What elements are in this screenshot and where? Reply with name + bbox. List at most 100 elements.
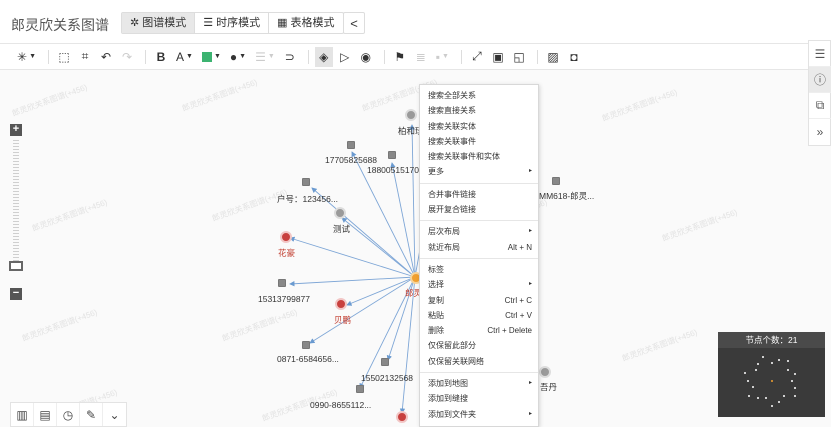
person-node-red[interactable]: [396, 411, 408, 423]
flag-button[interactable]: ⚑: [391, 47, 409, 67]
group-icon: ▪: [435, 49, 441, 64]
select-box-button[interactable]: ⬚: [55, 47, 73, 67]
node-label: 18800515170: [367, 165, 420, 175]
menu-item-label: 添加到地图: [428, 379, 468, 389]
person-node[interactable]: [539, 366, 551, 378]
account-node[interactable]: [552, 177, 560, 185]
layout-dropdown-button[interactable]: ✳ ▼: [14, 47, 39, 67]
context-menu-item[interactable]: 搜索关联事件: [420, 134, 538, 149]
stack-button[interactable]: ≣: [412, 47, 430, 67]
tab-table-mode[interactable]: ▦ 表格模式: [269, 13, 342, 33]
context-menu-item[interactable]: 粘贴 Ctrl + V: [420, 308, 538, 323]
zoom-out-button[interactable]: −: [10, 288, 22, 300]
person-node[interactable]: [334, 207, 346, 219]
context-menu-item[interactable]: 层次布局 ▸: [420, 224, 538, 239]
context-menu-item[interactable]: 添加到缝搜: [420, 391, 538, 406]
tab-timeline-mode[interactable]: ☰ 时序模式: [195, 13, 270, 33]
context-menu-item[interactable]: 合并事件链接: [420, 187, 538, 202]
phone-node[interactable]: [302, 341, 310, 349]
graph-edge: [341, 217, 416, 278]
next-button[interactable]: ▷: [336, 47, 354, 67]
history-button[interactable]: ◷: [57, 403, 80, 426]
minimap-node-dot: [793, 394, 796, 397]
label-icon: ⊃: [284, 49, 295, 64]
node-label: 贝鹏: [334, 315, 352, 325]
person-node-red[interactable]: [335, 298, 347, 310]
collapse-button[interactable]: ⌄: [103, 403, 126, 426]
font-size-button[interactable]: A ▼: [173, 47, 196, 67]
zoom-slider-handle[interactable]: [9, 261, 23, 271]
node-shape-button[interactable]: ● ▼: [227, 47, 249, 67]
context-menu-item[interactable]: 搜索全部关系: [420, 88, 538, 103]
window-button[interactable]: ◱: [510, 47, 528, 67]
fill-color-button[interactable]: ▼: [199, 47, 224, 67]
context-menu-item[interactable]: 仅保留此部分: [420, 338, 538, 353]
node-label: 17705825688: [325, 155, 378, 165]
menu-item-label: 添加到缝搜: [428, 394, 468, 404]
bold-button[interactable]: B: [152, 47, 170, 67]
phone-node[interactable]: [278, 279, 286, 287]
menu-item-label: 搜索直接关系: [428, 106, 476, 116]
lasso-button[interactable]: ⌗: [76, 47, 94, 67]
minimap-center-dot: [771, 380, 773, 382]
chevron-down-icon: ▼: [267, 53, 275, 60]
menu-item-label: 就近布局: [428, 242, 460, 252]
minimap[interactable]: 节点个数：21: [718, 332, 825, 417]
show-button[interactable]: ◉: [357, 47, 375, 67]
align-button[interactable]: ☰: [809, 41, 831, 67]
context-menu-item[interactable]: 标签: [420, 262, 538, 277]
menu-item-shortcut: Ctrl + Delete: [487, 326, 532, 336]
context-menu-item[interactable]: 搜索关联实体: [420, 119, 538, 134]
screenshot-button[interactable]: ◘: [565, 47, 583, 67]
phone-node[interactable]: [381, 358, 389, 366]
context-menu-item[interactable]: 复制 Ctrl + C: [420, 293, 538, 308]
hide-button[interactable]: ◈: [314, 46, 333, 67]
label-button[interactable]: ⊃: [281, 47, 299, 67]
header-bar: 郎灵欣关系图谱 ✲ 图谱模式 ☰ 时序模式 ▦ 表格模式 <: [0, 0, 831, 44]
copy-panel-button[interactable]: ⧉: [809, 93, 831, 119]
stack-icon: ≣: [415, 49, 426, 64]
edit-button[interactable]: ✎: [80, 403, 103, 426]
context-menu-item[interactable]: 添加到地图 ▸: [420, 376, 538, 391]
context-menu-item[interactable]: 展开复合链接: [420, 202, 538, 217]
context-menu-item[interactable]: 添加到文件夹 ▸: [420, 407, 538, 422]
context-menu-item[interactable]: 删除 Ctrl + Delete: [420, 323, 538, 338]
context-menu-item[interactable]: 选择 ▸: [420, 277, 538, 292]
zoom-slider-track[interactable]: [13, 140, 19, 270]
fit-view-button[interactable]: ⤢: [468, 47, 486, 67]
zoom-in-button[interactable]: +: [10, 124, 22, 136]
undo-button[interactable]: ↶: [97, 47, 115, 67]
share-button[interactable]: <: [343, 12, 365, 34]
context-menu-item[interactable]: 就近布局 Alt + N: [420, 240, 538, 255]
line-style-icon: ☰: [255, 49, 266, 64]
menu-item-label: 搜索关联事件: [428, 136, 476, 146]
context-menu-item[interactable]: 更多 ▸: [420, 164, 538, 179]
info-button[interactable]: ⓘ: [809, 67, 831, 93]
stats-button[interactable]: ▥: [11, 403, 34, 426]
account-node[interactable]: [302, 178, 310, 186]
phone-node[interactable]: [356, 385, 364, 393]
minimap-node-dot: [747, 380, 749, 382]
person-node-red[interactable]: [280, 231, 292, 243]
pencil-icon: ✎: [85, 407, 97, 422]
menu-separator: [420, 257, 538, 259]
group-button[interactable]: ▪ ▼: [433, 47, 452, 67]
export-image-button[interactable]: ▨: [544, 47, 562, 67]
phone-node[interactable]: [388, 151, 396, 159]
fullscreen-button[interactable]: ▣: [489, 47, 507, 67]
context-menu-item[interactable]: 搜索关联事件和实体: [420, 149, 538, 164]
tab-graph-mode[interactable]: ✲ 图谱模式: [122, 13, 196, 33]
line-style-button[interactable]: ☰ ▼: [252, 47, 278, 67]
redo-button[interactable]: ↷: [118, 47, 136, 67]
node-label: 吾丹: [540, 382, 558, 392]
minimap-node-dot: [748, 394, 751, 397]
avatar-node[interactable]: [405, 109, 417, 121]
table-button[interactable]: ▤: [34, 403, 57, 426]
context-menu-item[interactable]: 仅保留关联网络: [420, 354, 538, 369]
context-menu-item[interactable]: 搜索直接关系: [420, 103, 538, 118]
expand-panel-button[interactable]: »: [809, 119, 831, 145]
chevron-right-icon: ▸: [528, 281, 532, 288]
phone-node[interactable]: [347, 141, 355, 149]
menu-item-label: 合并事件链接: [428, 189, 476, 199]
graph-canvas[interactable]: 郎灵欣关系图谱(+456) 郎灵欣关系图谱(+456) 郎灵欣关系图谱(+456) 郎…: [0, 70, 831, 427]
